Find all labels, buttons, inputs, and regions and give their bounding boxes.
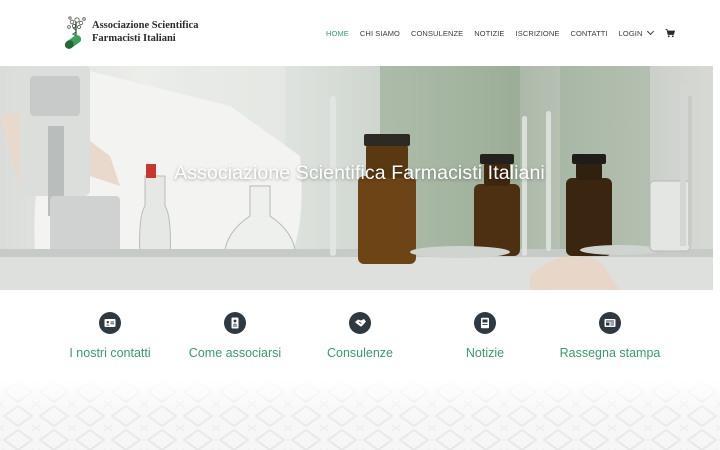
feature-rassegna-stampa[interactable]: Rassegna stampa xyxy=(540,312,680,360)
nav-consulenze[interactable]: CONSULENZE xyxy=(411,29,463,38)
feature-consulenze[interactable]: Consulenze xyxy=(290,312,430,360)
feature-label: Rassegna stampa xyxy=(559,346,661,360)
feature-label: Come associarsi xyxy=(188,346,282,360)
feature-label: I nostri contatti xyxy=(69,346,151,360)
site-logo[interactable]: Associazione Scientifica Farmacisti Ital… xyxy=(60,14,200,50)
site-header: Associazione Scientifica Farmacisti Ital… xyxy=(0,0,720,66)
logo-text: Associazione Scientifica Farmacisti Ital… xyxy=(92,19,212,45)
nav-login-label: LOGIN xyxy=(618,28,643,38)
nav-home[interactable]: HOME xyxy=(326,29,349,38)
logo-line-2: Farmacisti Italiani xyxy=(92,33,176,44)
feature-i-nostri-contatti[interactable]: I nostri contatti xyxy=(40,312,180,360)
chevron-down-icon xyxy=(646,27,654,36)
caduceus-pill-logo-icon xyxy=(64,16,86,49)
nav-notizie[interactable]: NOTIZIE xyxy=(474,29,504,38)
book-icon xyxy=(474,312,496,334)
logo-line-1: Associazione Scientifica xyxy=(92,20,199,31)
nav-login[interactable]: LOGIN xyxy=(618,27,654,38)
contact-card-icon xyxy=(99,312,121,334)
newspaper-icon xyxy=(599,312,621,334)
features-row: I nostri contatti Come associarsi Consul… xyxy=(0,290,720,380)
nav-iscrizione[interactable]: ISCRIZIONE xyxy=(516,29,560,38)
feature-label: Notizie xyxy=(465,346,505,360)
nav-chi-siamo[interactable]: CHI SIAMO xyxy=(360,29,400,38)
id-badge-icon xyxy=(224,312,246,334)
decorative-pattern xyxy=(0,380,720,450)
hero-title: Associazione Scientifica Farmacisti Ital… xyxy=(174,162,545,184)
nav-contatti[interactable]: CONTATTI xyxy=(570,29,607,38)
feature-come-associarsi[interactable]: Come associarsi xyxy=(165,312,305,360)
diamond-pattern-image xyxy=(0,380,720,450)
main-nav: HOME CHI SIAMO CONSULENZE NOTIZIE ISCRIZ… xyxy=(326,27,675,39)
feature-label: Consulenze xyxy=(326,346,393,360)
hero-banner: Associazione Scientifica Farmacisti Ital… xyxy=(0,66,713,290)
handshake-icon xyxy=(349,312,371,334)
feature-notizie[interactable]: Notizie xyxy=(415,312,555,360)
cart-icon[interactable] xyxy=(665,28,675,38)
